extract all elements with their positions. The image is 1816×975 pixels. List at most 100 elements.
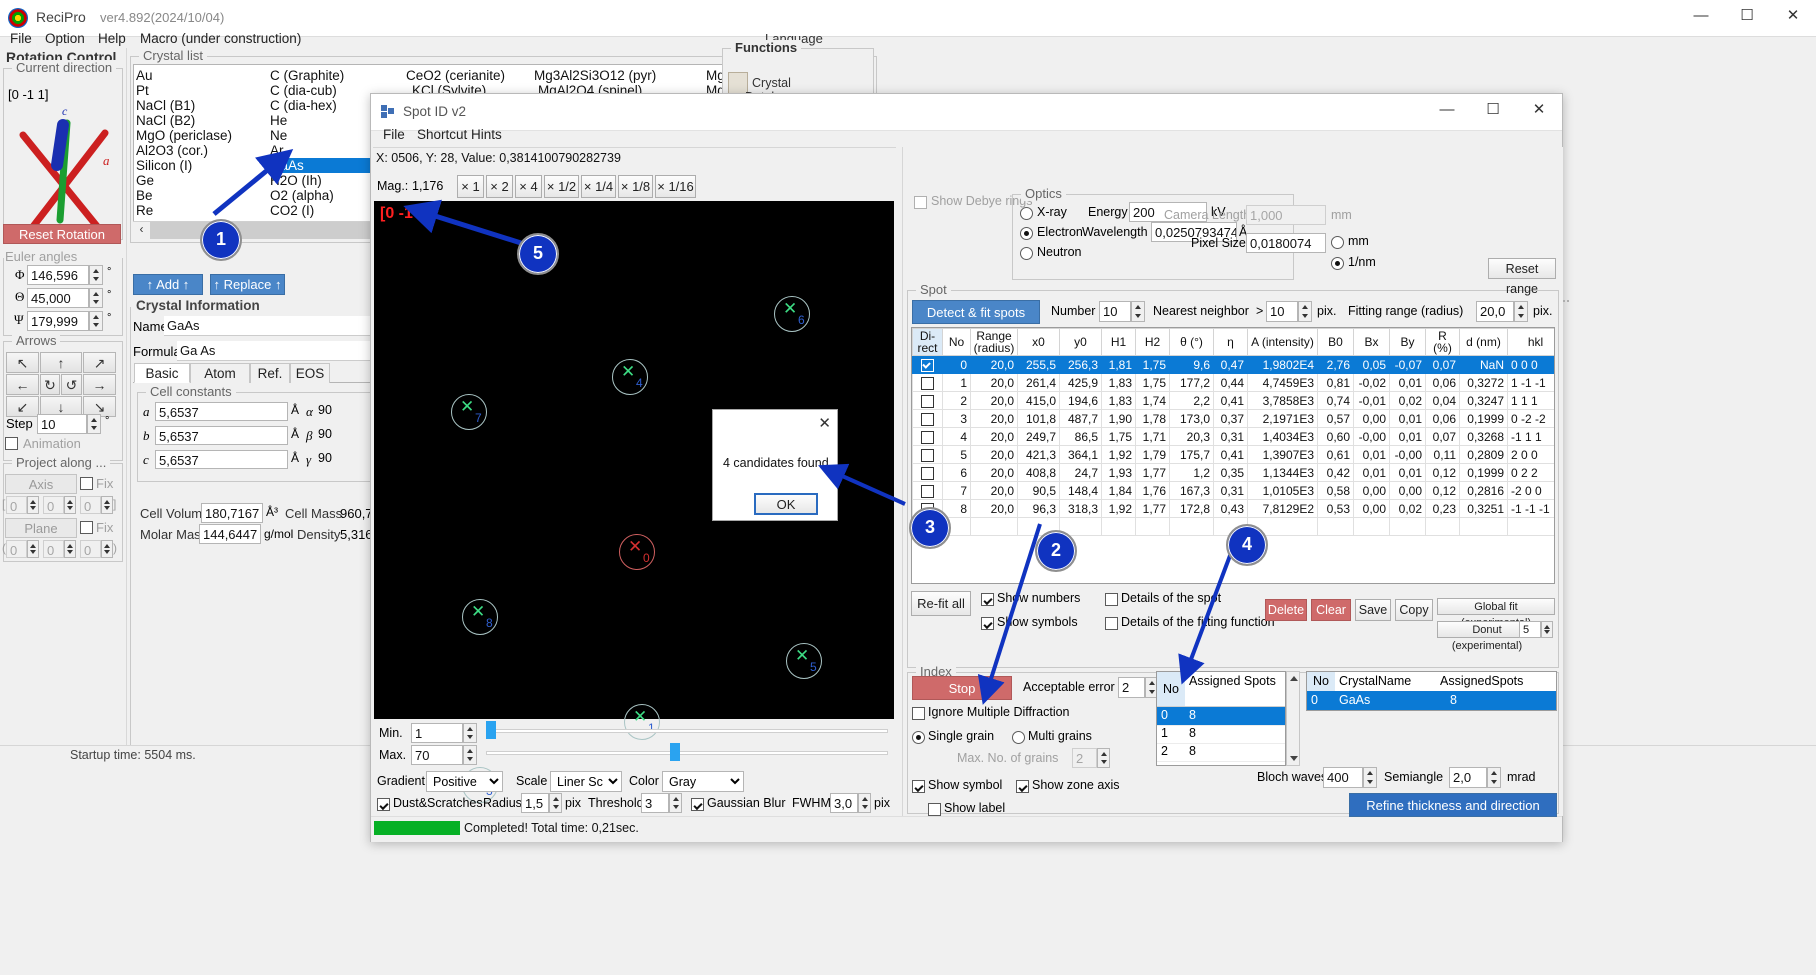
- replace-button[interactable]: ↑ Replace ↑: [210, 274, 285, 295]
- min-slider-handle[interactable]: [486, 721, 496, 739]
- plane-k-spinner[interactable]: [64, 540, 76, 558]
- euler-psi-field[interactable]: 179,999: [27, 311, 89, 331]
- single-grain-radio[interactable]: [912, 731, 925, 744]
- cell-a-field[interactable]: 5,6537: [155, 402, 288, 421]
- spotid-maximize-button[interactable]: ☐: [1470, 94, 1516, 126]
- axis-l-spinner[interactable]: [101, 496, 113, 514]
- table-row[interactable]: 3 20,0 101,8 487,7 1,90 1,78 173,0 0,37 2,1971E3…: [912, 409, 1554, 428]
- semiangle-spinner[interactable]: [1487, 767, 1501, 788]
- animation-checkbox[interactable]: [5, 437, 18, 450]
- cell-volume-field[interactable]: 180,7167: [201, 503, 263, 523]
- table-row[interactable]: 5 20,0 421,3 364,1 1,92 1,79 175,7 0,41 1,3907E3…: [912, 445, 1554, 464]
- step-spinner[interactable]: [87, 414, 101, 434]
- nearest-neighbor-field[interactable]: 10: [1266, 301, 1298, 322]
- cell-beta-value[interactable]: 90: [318, 427, 332, 441]
- crystal-item[interactable]: CO2 (I): [270, 203, 314, 218]
- direct-checkbox[interactable]: [921, 358, 934, 372]
- show-zone-axis-checkbox[interactable]: [1016, 780, 1029, 793]
- show-symbol-checkbox[interactable]: [912, 780, 925, 793]
- tab-atom-info[interactable]: Atom Info.: [190, 363, 250, 400]
- assigned-spots-list[interactable]: No Assigned Spots 0 8 1 8 2 8: [1156, 671, 1286, 766]
- threshold-field[interactable]: 3: [641, 793, 669, 813]
- main-minimize-button[interactable]: —: [1678, 0, 1724, 32]
- crystal-item[interactable]: O2 (alpha): [270, 188, 334, 203]
- axis-k-field[interactable]: 0: [43, 496, 64, 514]
- global-fit-button[interactable]: Global fit (experimental): [1437, 598, 1555, 629]
- direct-checkbox[interactable]: [921, 466, 934, 480]
- scale-select[interactable]: Liner Scal: [550, 771, 622, 792]
- clear-button[interactable]: Clear: [1311, 599, 1351, 621]
- pixel-size-field[interactable]: 0,0180074: [1246, 233, 1326, 253]
- direct-checkbox[interactable]: [921, 430, 934, 444]
- zoom-quarter-button[interactable]: × 1/4: [581, 175, 616, 198]
- cell-c-field[interactable]: 5,6537: [155, 450, 288, 469]
- save-button[interactable]: Save: [1355, 599, 1391, 621]
- ignore-multiple-diffraction-checkbox[interactable]: [912, 707, 925, 720]
- cell-alpha-value[interactable]: 90: [318, 403, 332, 417]
- formula-field[interactable]: Ga As: [177, 341, 376, 361]
- result-row-0[interactable]: 0 GaAs 8: [1307, 691, 1556, 710]
- axis-k-spinner[interactable]: [64, 496, 76, 514]
- table-row[interactable]: 6 20,0 408,8 24,7 1,93 1,77 1,2 0,35 1,1344E3 0,4…: [912, 463, 1554, 482]
- axis-fix-checkbox[interactable]: [80, 477, 93, 490]
- crystal-item[interactable]: Ge: [136, 173, 154, 188]
- cell-direct[interactable]: [912, 463, 943, 482]
- cell-gamma-value[interactable]: 90: [318, 451, 332, 465]
- semiangle-field[interactable]: 2,0: [1449, 767, 1487, 788]
- axis-gizmo[interactable]: a c: [5, 105, 119, 230]
- fitting-range-spinner[interactable]: [1514, 301, 1528, 322]
- arrow-up-right-button[interactable]: ↗: [83, 352, 116, 373]
- cell-direct[interactable]: [912, 355, 943, 374]
- optics-xray-radio[interactable]: [1020, 207, 1033, 220]
- table-row[interactable]: 1 20,0 261,4 425,9 1,83 1,75 177,2 0,44 4,7459E3…: [912, 373, 1554, 392]
- spotid-close-button[interactable]: ✕: [1516, 94, 1562, 126]
- assigned-row-1[interactable]: 1 8: [1157, 725, 1285, 744]
- plane-l-spinner[interactable]: [101, 540, 113, 558]
- show-numbers-checkbox[interactable]: [981, 593, 994, 606]
- optics-electron-radio[interactable]: [1020, 227, 1033, 240]
- max-field[interactable]: 70: [411, 745, 463, 765]
- plane-h-spinner[interactable]: [27, 540, 39, 558]
- crystal-item[interactable]: Re: [136, 203, 153, 218]
- euler-phi-field[interactable]: 146,596: [27, 265, 89, 285]
- functions-item-crystal[interactable]: Crystal: [752, 76, 791, 90]
- axis-l-field[interactable]: 0: [80, 496, 101, 514]
- menu-file[interactable]: File: [10, 31, 32, 46]
- donut-value-field[interactable]: 5: [1519, 621, 1541, 638]
- cell-direct[interactable]: [912, 445, 943, 464]
- plane-fix-checkbox[interactable]: [80, 521, 93, 534]
- plane-k-field[interactable]: 0: [43, 540, 64, 558]
- fwhm-field[interactable]: 3,0: [830, 793, 858, 813]
- scroll-down-icon[interactable]: [1290, 756, 1298, 761]
- crystal-item[interactable]: MgO (periclase): [136, 128, 232, 143]
- crystal-item[interactable]: NaCl (B2): [136, 113, 195, 128]
- crystal-item[interactable]: Pt: [136, 83, 149, 98]
- main-maximize-button[interactable]: ☐: [1724, 0, 1770, 32]
- crystal-item[interactable]: Silicon (I): [136, 158, 192, 173]
- table-row[interactable]: 7 20,0 90,5 148,4 1,84 1,76 167,3 0,31 1,0105E3 0…: [912, 481, 1554, 500]
- show-debye-rings-checkbox[interactable]: [914, 196, 927, 209]
- max-slider-track[interactable]: [486, 751, 888, 755]
- euler-theta-field[interactable]: 45,000: [27, 288, 89, 308]
- number-field[interactable]: 10: [1099, 301, 1131, 322]
- min-spinner[interactable]: [463, 723, 477, 743]
- menu-help[interactable]: Help: [98, 31, 126, 46]
- crystal-item[interactable]: He: [270, 113, 287, 128]
- crystal-item[interactable]: C (dia-cub): [270, 83, 337, 98]
- copy-button[interactable]: Copy: [1395, 599, 1433, 621]
- cell-direct[interactable]: [912, 409, 943, 428]
- euler-psi-spinner[interactable]: [89, 311, 103, 331]
- step-field[interactable]: 10: [37, 414, 87, 434]
- table-row[interactable]: 8 20,0 96,3 318,3 1,92 1,77 172,8 0,43 7,8129E2 0…: [912, 499, 1554, 518]
- max-slider-handle[interactable]: [670, 743, 680, 761]
- crystal-item[interactable]: Au: [136, 68, 153, 83]
- min-slider-track[interactable]: [486, 729, 888, 733]
- tab-ref[interactable]: Ref.: [250, 363, 290, 383]
- crystal-item[interactable]: Mg3Al2Si3O12 (pyr): [534, 68, 656, 83]
- direct-checkbox[interactable]: [921, 412, 934, 426]
- arrow-up-left-button[interactable]: ↖: [6, 352, 39, 373]
- bloch-waves-spinner[interactable]: [1363, 767, 1377, 788]
- table-row[interactable]: 4 20,0 249,7 86,5 1,75 1,71 20,3 0,31 1,4034E3 0,…: [912, 427, 1554, 446]
- dialog-close-icon[interactable]: ✕: [818, 414, 831, 432]
- fwhm-spinner[interactable]: [858, 793, 871, 813]
